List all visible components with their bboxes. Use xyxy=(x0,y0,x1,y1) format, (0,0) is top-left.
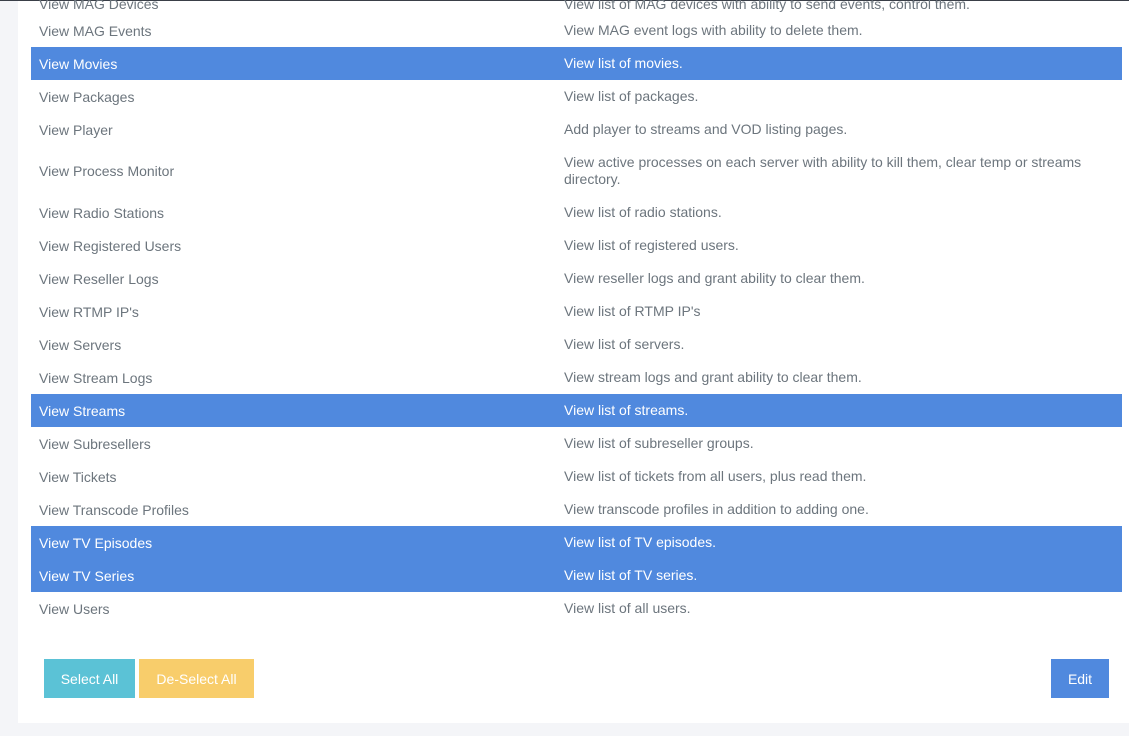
permission-description: View list of all users. xyxy=(564,600,691,616)
permission-row[interactable]: View Movies View list of movies. xyxy=(31,47,1122,80)
permission-name: View Reseller Logs xyxy=(39,270,159,287)
permission-description: View list of MAG devices with ability to… xyxy=(564,0,970,12)
edit-button[interactable]: Edit xyxy=(1051,659,1109,698)
permission-name: View Streams xyxy=(39,402,126,419)
permission-row[interactable]: View Servers View list of servers. xyxy=(31,328,1122,361)
permission-row[interactable]: View Transcode Profiles View transcode pr… xyxy=(31,493,1122,526)
permission-row[interactable]: View Radio Stations View list of radio st… xyxy=(31,196,1122,229)
permission-name: View TV Episodes xyxy=(39,534,153,551)
permission-name: View Stream Logs xyxy=(39,369,153,386)
permission-name: View Tickets xyxy=(39,468,117,485)
permission-name: View Player xyxy=(39,121,113,138)
permission-row[interactable]: View Process Monitor View active processe… xyxy=(31,146,1122,196)
permissions-table: View MAG Devices View list of MAG devices… xyxy=(31,0,1122,625)
permission-description: View list of radio stations. xyxy=(564,204,722,220)
permission-row[interactable]: View Tickets View list of tickets from al… xyxy=(31,460,1122,493)
permission-description: View list of subreseller groups. xyxy=(564,435,754,451)
permission-description: View list of TV episodes. xyxy=(564,534,717,550)
permission-name: View MAG Devices xyxy=(39,0,159,12)
permission-name: View Radio Stations xyxy=(39,204,165,221)
permission-row[interactable]: View TV Episodes View list of TV episodes… xyxy=(31,526,1122,559)
permission-row[interactable]: View Registered Users View list of regist… xyxy=(31,229,1122,262)
permission-name: View TV Series xyxy=(39,567,135,584)
permission-row[interactable]: View MAG Events View MAG event logs with … xyxy=(31,14,1122,47)
permission-row[interactable]: View TV Series View list of TV series. xyxy=(31,559,1122,592)
permission-description: View list of servers. xyxy=(564,336,685,352)
permission-description: View active processes on each server wit… xyxy=(564,154,1082,187)
permission-name: View Registered Users xyxy=(39,237,182,254)
permission-row[interactable]: View Streams View list of streams. xyxy=(31,394,1122,427)
permission-description: Add player to streams and VOD listing pa… xyxy=(564,121,848,137)
select-all-button[interactable]: Select All xyxy=(44,659,135,698)
permission-row[interactable]: View Player Add player to streams and VOD… xyxy=(31,113,1122,146)
permission-name: View Movies xyxy=(39,55,118,72)
permission-description: View stream logs and grant ability to cl… xyxy=(564,369,862,385)
permission-description: View list of registered users. xyxy=(564,237,739,253)
permission-name: View Users xyxy=(39,600,110,617)
permission-row[interactable]: View Users View list of all users. xyxy=(31,592,1122,625)
permission-row[interactable]: View Subresellers View list of subreselle… xyxy=(31,427,1122,460)
permission-description: View reseller logs and grant ability to … xyxy=(564,270,865,286)
permission-row[interactable]: View RTMP IP's View list of RTMP IP's xyxy=(31,295,1122,328)
permission-description: View list of RTMP IP's xyxy=(564,303,701,319)
permission-description: View transcode profiles in addition to a… xyxy=(564,501,869,517)
permission-name: View Servers xyxy=(39,336,122,353)
permission-name: View Subresellers xyxy=(39,435,151,452)
permission-description: View list of movies. xyxy=(564,55,683,71)
permission-row[interactable]: View Reseller Logs View reseller logs and… xyxy=(31,262,1122,295)
permission-name: View Transcode Profiles xyxy=(39,501,189,518)
deselect-all-button[interactable]: De-Select All xyxy=(139,659,254,698)
permission-description: View list of streams. xyxy=(564,402,689,418)
permission-name: View RTMP IP's xyxy=(39,303,139,320)
permission-description: View list of tickets from all users, plu… xyxy=(564,468,867,484)
permission-name: View MAG Events xyxy=(39,22,152,39)
permission-row[interactable]: View Packages View list of packages. xyxy=(31,80,1122,113)
permission-row[interactable]: View MAG Devices View list of MAG devices… xyxy=(31,0,1122,14)
permission-row[interactable]: View Stream Logs View stream logs and gra… xyxy=(31,361,1122,394)
permission-name: View Process Monitor xyxy=(39,163,175,179)
permission-description: View MAG event logs with ability to dele… xyxy=(564,22,863,38)
permission-description: View list of TV series. xyxy=(564,567,698,583)
permission-name: View Packages xyxy=(39,88,135,105)
permission-description: View list of packages. xyxy=(564,88,699,104)
